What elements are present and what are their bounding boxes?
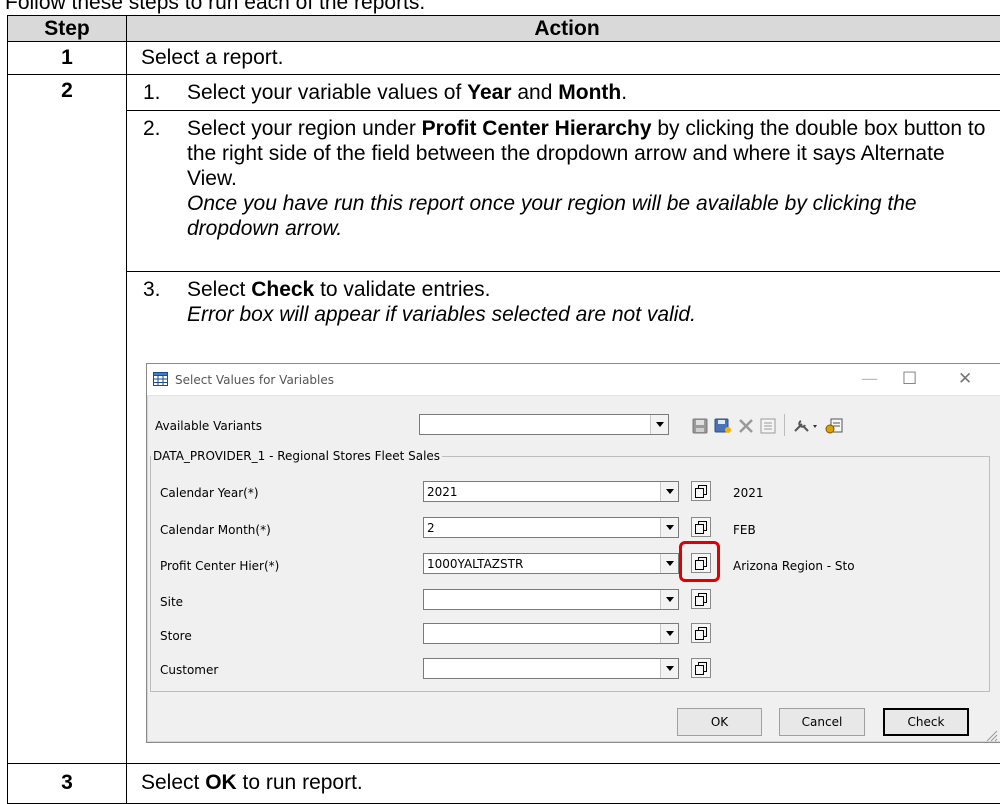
toolbar-divider — [784, 414, 785, 436]
chevron-down-icon[interactable] — [660, 659, 678, 678]
step-number: 2 — [8, 75, 127, 764]
check-button[interactable]: Check — [883, 708, 969, 736]
field-label: Calendar Year(*) — [160, 486, 259, 500]
minimize-button[interactable]: — — [861, 368, 878, 390]
select-values-button[interactable] — [691, 623, 711, 643]
field-label: Site — [160, 595, 183, 609]
step-action-text: Select — [141, 771, 205, 794]
field-description: FEB — [733, 523, 756, 537]
substep-text: Select your variable values of — [187, 81, 467, 104]
substep-text: to validate entries. — [314, 278, 490, 301]
tools-dropdown-icon[interactable] — [792, 417, 820, 435]
field-value: 2021 — [427, 482, 458, 502]
bold-term: OK — [205, 771, 237, 794]
chevron-down-icon[interactable] — [660, 624, 678, 643]
step-action-text: Select a report. — [127, 46, 283, 69]
bold-term: Profit Center Hierarchy — [422, 117, 652, 140]
select-values-button[interactable] — [691, 481, 711, 501]
table-row: 1 Select a report. — [8, 42, 1000, 75]
field-label: Store — [160, 629, 192, 643]
chevron-down-icon[interactable] — [660, 554, 678, 573]
select-values-button[interactable] — [691, 517, 711, 537]
field-description: 2021 — [733, 486, 764, 500]
field-label: Customer — [160, 663, 218, 677]
substep-note: Error box will appear if variables selec… — [187, 303, 696, 326]
calendar-year-input[interactable]: 2021 — [423, 481, 679, 502]
substep-number: 3. — [143, 277, 161, 302]
save-icon[interactable] — [692, 418, 708, 434]
field-description: Arizona Region - Sto — [733, 559, 855, 573]
available-variants-select[interactable] — [419, 414, 669, 435]
resize-grip-icon[interactable] — [984, 728, 998, 742]
substep-text: Select — [187, 278, 251, 301]
save-as-icon[interactable] — [714, 418, 732, 434]
substep-number: 1. — [143, 80, 161, 105]
maximize-button[interactable]: ☐ — [902, 368, 917, 390]
ok-button[interactable]: OK — [677, 708, 762, 736]
cancel-button[interactable]: Cancel — [779, 708, 865, 736]
step-number: 1 — [8, 42, 127, 75]
delete-icon[interactable] — [738, 418, 754, 434]
bold-term: Check — [251, 278, 314, 301]
select-values-button[interactable] — [691, 658, 711, 678]
field-value: 1000YALTAZSTR — [427, 554, 523, 574]
close-button[interactable]: ✕ — [958, 368, 972, 390]
dialog-title: Select Values for Variables — [175, 373, 334, 387]
intro-text: Follow these steps to run each of the re… — [5, 0, 425, 15]
table-grid-icon — [153, 372, 168, 386]
header-step: Step — [8, 16, 127, 42]
profit-center-hier-input[interactable]: 1000YALTAZSTR — [423, 553, 679, 574]
customer-input[interactable] — [423, 658, 679, 679]
site-input[interactable] — [423, 589, 679, 610]
field-label: Profit Center Hier(*) — [160, 559, 279, 573]
group-label: DATA_PROVIDER_1 - Regional Stores Fleet … — [151, 449, 442, 463]
field-label: Calendar Month(*) — [160, 523, 271, 537]
list-item: 1. Select your variable values of Year an… — [127, 75, 1000, 110]
chevron-down-icon[interactable] — [650, 415, 668, 434]
table-row: 3 Select OK to run report. — [8, 764, 1000, 804]
dialog-titlebar: Select Values for Variables — ☐ ✕ — [147, 364, 1000, 396]
chevron-down-icon[interactable] — [660, 518, 678, 537]
substep-text: . — [621, 81, 627, 104]
calendar-month-input[interactable]: 2 — [423, 517, 679, 538]
step-number: 3 — [8, 764, 127, 804]
select-values-button[interactable] — [691, 589, 711, 609]
highlight-callout — [679, 541, 720, 582]
store-input[interactable] — [423, 623, 679, 644]
field-value: 2 — [427, 518, 435, 538]
available-variants-label: Available Variants — [155, 419, 262, 433]
chevron-down-icon[interactable] — [660, 590, 678, 609]
bold-term: Year — [467, 81, 511, 104]
substep-text: and — [512, 81, 559, 104]
substep-text: Select your region under — [187, 117, 422, 140]
bold-term: Month — [558, 81, 621, 104]
step-action-text: to run report. — [237, 771, 363, 794]
list-item: 2. Select your region under Profit Center… — [127, 110, 1000, 271]
substep-note: Once you have run this report once your … — [187, 192, 917, 240]
header-action: Action — [127, 16, 1000, 42]
personalize-icon[interactable] — [825, 417, 843, 435]
substep-number: 2. — [143, 116, 161, 141]
chevron-down-icon[interactable] — [660, 482, 678, 501]
details-icon[interactable] — [760, 418, 776, 434]
